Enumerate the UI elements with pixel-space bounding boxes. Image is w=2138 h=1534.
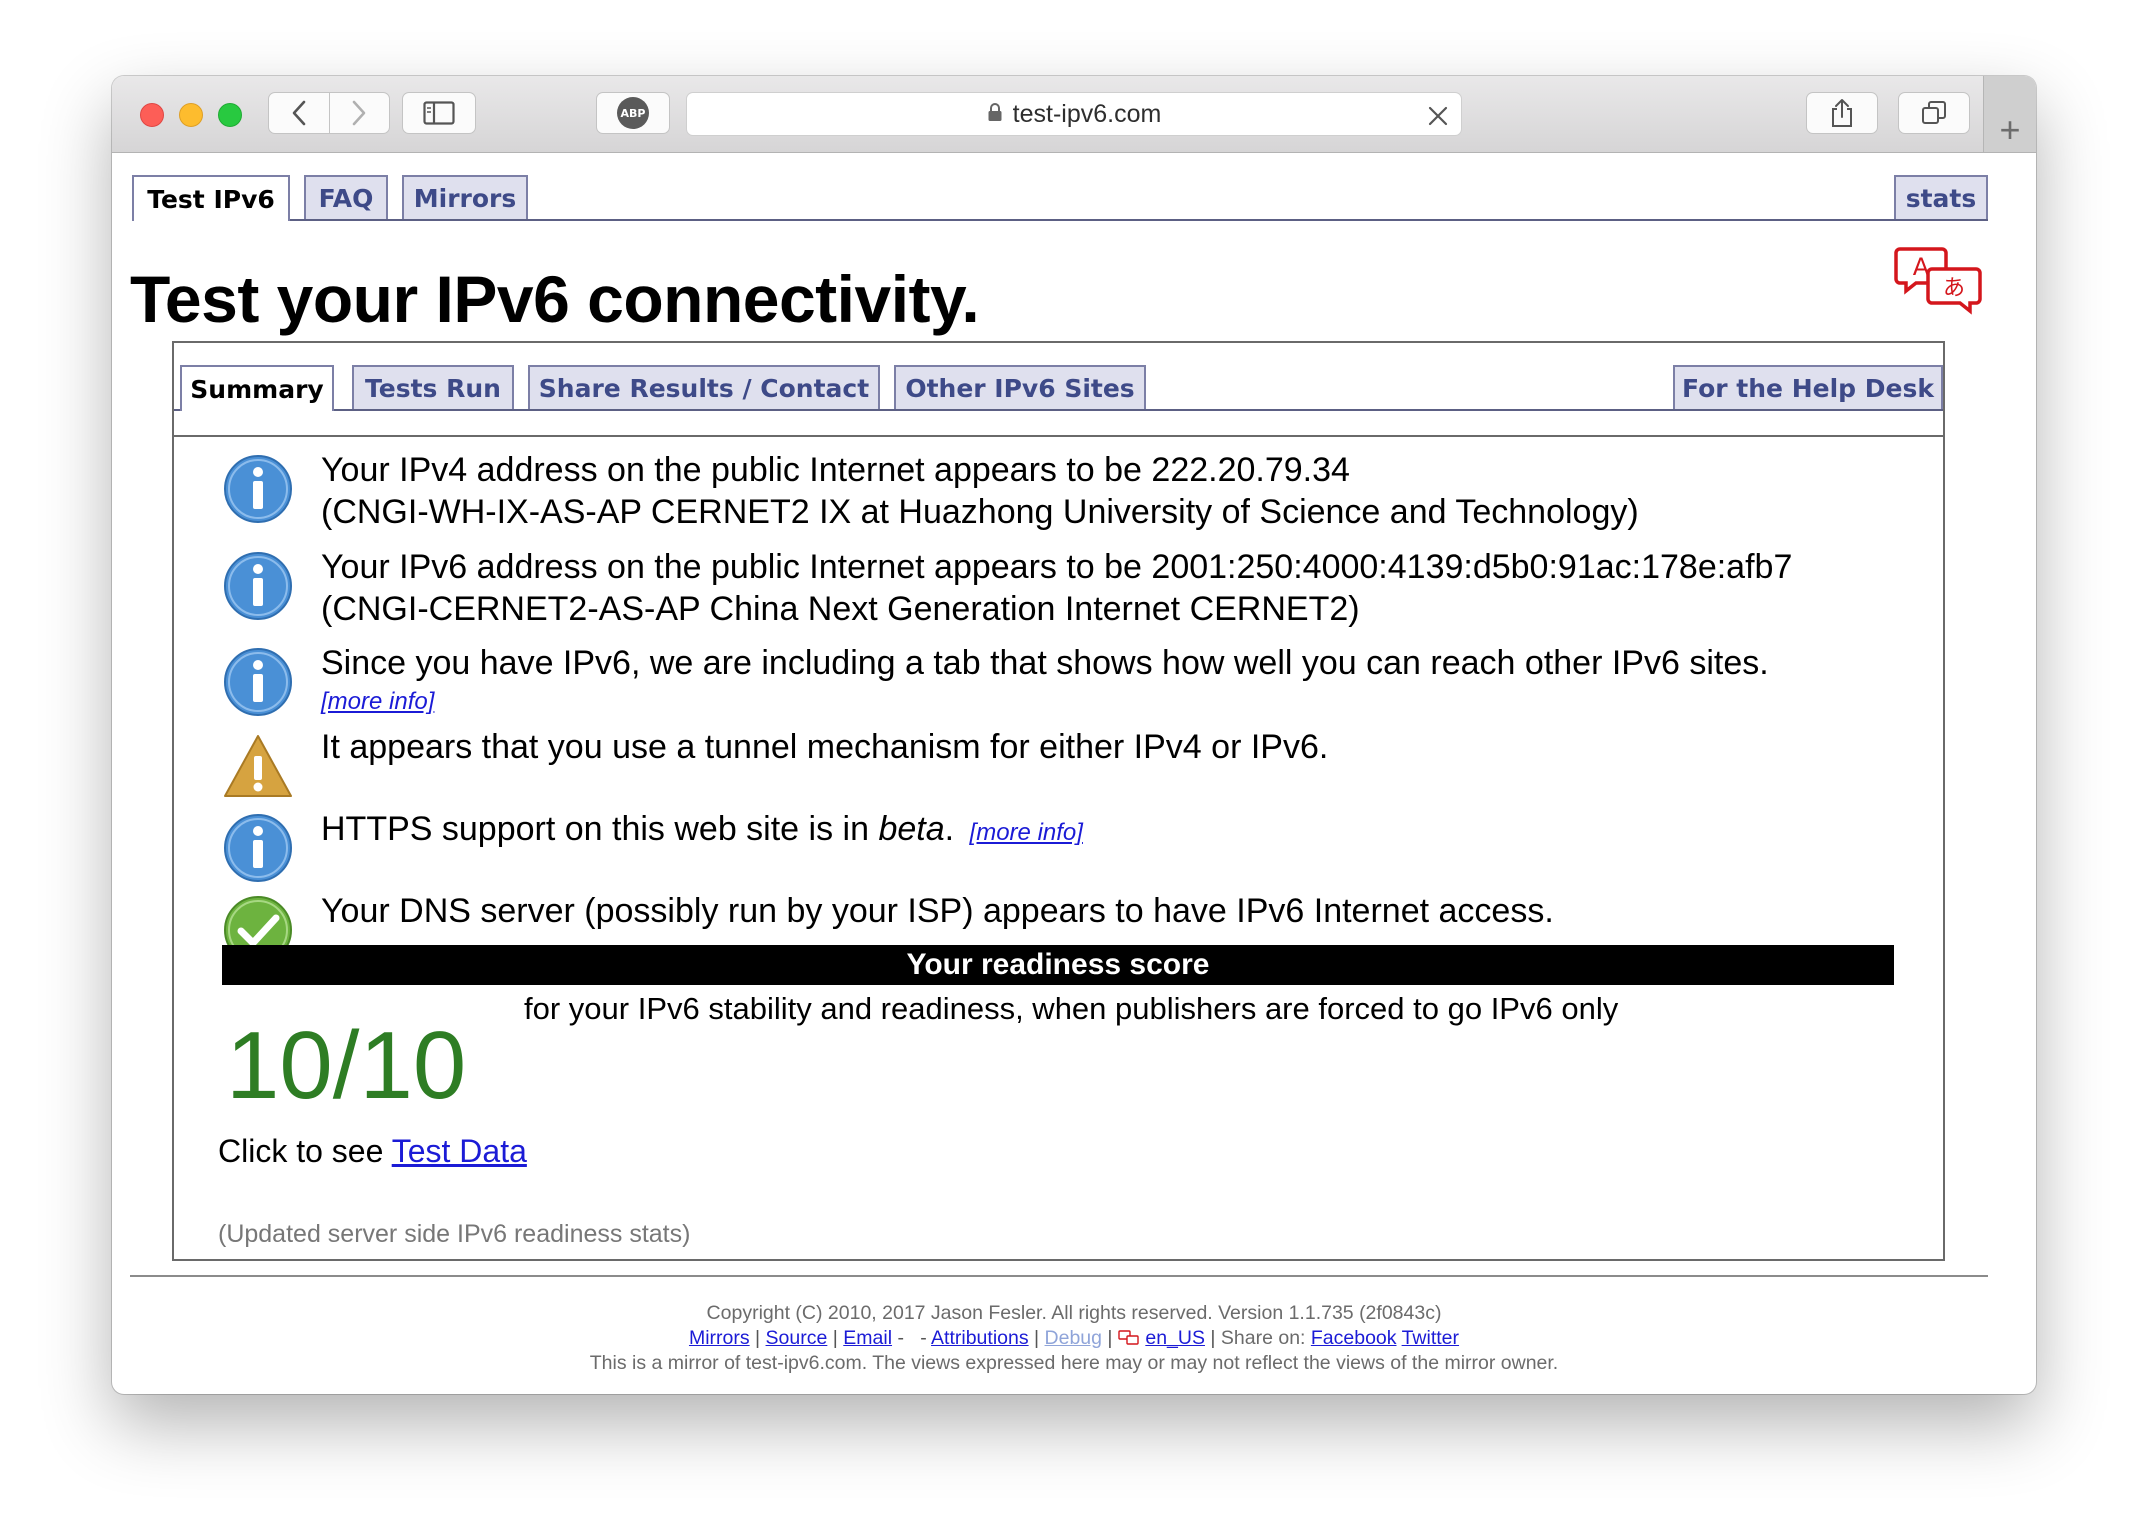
ipv4-address-text: Your IPv4 address on the public Internet… (321, 451, 1350, 489)
zoom-window-button[interactable] (218, 103, 242, 127)
translate-small-icon (1118, 1330, 1139, 1345)
history-nav (268, 92, 390, 134)
https-text: HTTPS support on this web site is in (321, 810, 879, 848)
footer: Copyright (C) 2010, 2017 Jason Fesler. A… (112, 1301, 2036, 1376)
close-icon (1428, 106, 1448, 126)
footer-email-link[interactable]: Email (843, 1327, 892, 1349)
footer-source-link[interactable]: Source (766, 1327, 828, 1349)
separator: - - (897, 1327, 927, 1349)
tunnel-warning-text: It appears that you use a tunnel mechani… (321, 728, 1329, 766)
page-title: Test your IPv6 connectivity. (130, 262, 980, 336)
address-bar[interactable]: test-ipv6.com (686, 92, 1462, 136)
close-window-button[interactable] (140, 103, 164, 127)
info-icon (224, 455, 292, 523)
readiness-score-description: for your IPv6 stability and readiness, w… (524, 991, 1619, 1026)
dns-text: Your DNS server (possibly run by your IS… (321, 892, 1554, 930)
share-button[interactable] (1806, 92, 1878, 134)
forward-button[interactable] (328, 93, 390, 133)
info-icon (224, 552, 292, 620)
show-all-tabs-button[interactable] (1898, 92, 1970, 134)
footer-links: Mirrors | Source | Email - - Attribution… (112, 1326, 2036, 1351)
url-text: test-ipv6.com (1012, 99, 1162, 128)
new-tab-button[interactable]: + (1983, 76, 2036, 152)
ipv6-asn-text: (CNGI-CERNET2-AS-AP China Next Generatio… (321, 590, 1360, 628)
https-beta-text: beta (878, 810, 945, 848)
footer-twitter-link[interactable]: Twitter (1402, 1327, 1459, 1349)
sidebar-icon (423, 101, 455, 125)
tab-summary[interactable]: Summary (180, 365, 334, 411)
ipv6-address-text: Your IPv6 address on the public Internet… (321, 548, 1793, 586)
separator: | (1034, 1327, 1040, 1349)
tabs-overview-icon (1922, 101, 1946, 124)
tab-mirrors[interactable]: Mirrors (402, 175, 528, 219)
readiness-score-header: Your readiness score (222, 945, 1894, 985)
footer-attributions-link[interactable]: Attributions (931, 1327, 1029, 1349)
more-info-link[interactable]: [more info] (321, 688, 434, 715)
tabs-divider (174, 435, 1943, 437)
translate-icon[interactable]: A あ (1894, 245, 1984, 320)
results-panel: Summary Tests Run Share Results / Contac… (172, 341, 1945, 1261)
back-button[interactable] (269, 93, 329, 133)
test-data-line: Click to see Test Data (218, 1133, 527, 1170)
browser-toolbar: ABP test-ipv6.com + (112, 76, 2036, 153)
footer-divider (130, 1275, 1988, 1277)
adblock-button[interactable]: ABP (596, 92, 670, 134)
footer-mirrors-link[interactable]: Mirrors (689, 1327, 750, 1349)
tab-help-desk[interactable]: For the Help Desk (1673, 365, 1943, 409)
tab-faq[interactable]: FAQ (304, 175, 388, 219)
separator: | (755, 1327, 761, 1349)
readiness-score-value: 10/10 (226, 1012, 467, 1119)
separator: | (1210, 1327, 1216, 1349)
test-data-link[interactable]: Test Data (392, 1133, 527, 1169)
plus-icon: + (1999, 109, 2021, 150)
footer-locale-link[interactable]: en_US (1145, 1327, 1205, 1349)
test-data-prefix: Click to see (218, 1133, 392, 1169)
share-icon (1832, 99, 1852, 127)
stop-loading-button[interactable] (1427, 97, 1449, 135)
separator: | (1107, 1327, 1113, 1349)
share-on-label: Share on: (1220, 1327, 1306, 1349)
chevron-left-icon (292, 100, 306, 126)
browser-window: ABP test-ipv6.com + Test IPv6 FAQ Mirror… (112, 76, 2036, 1394)
separator: | (832, 1327, 838, 1349)
minimize-window-button[interactable] (179, 103, 203, 127)
https-suffix-text: . (944, 810, 955, 848)
lock-icon (987, 100, 1003, 129)
footer-facebook-link[interactable]: Facebook (1311, 1327, 1397, 1349)
mirror-note-text: This is a mirror of test-ipv6.com. The v… (589, 1352, 1559, 1374)
site-nav-tabs: Test IPv6 FAQ Mirrors stats (132, 175, 1988, 221)
results-tabs: Summary Tests Run Share Results / Contac… (174, 365, 1943, 411)
page-content: Test IPv6 FAQ Mirrors stats A あ Test you… (112, 153, 2036, 1394)
tab-other-ipv6-sites[interactable]: Other IPv6 Sites (894, 365, 1146, 409)
tab-test-ipv6[interactable]: Test IPv6 (132, 175, 290, 221)
info-icon (224, 814, 292, 882)
copyright-text: Copyright (C) 2010, 2017 Jason Fesler. A… (706, 1302, 1442, 1324)
https-more-info-link[interactable]: [more info] (970, 819, 1083, 846)
tab-stats[interactable]: stats (1894, 175, 1988, 219)
updated-stats-text[interactable]: (Updated server side IPv6 readiness stat… (218, 1220, 690, 1249)
ipv6-tab-note-text: Since you have IPv6, we are including a … (321, 644, 1769, 682)
info-icon (224, 648, 292, 716)
chevron-right-icon (352, 100, 366, 126)
adblock-icon: ABP (617, 97, 649, 129)
footer-debug-link[interactable]: Debug (1045, 1327, 1102, 1349)
sidebar-button[interactable] (402, 92, 476, 134)
tab-tests-run[interactable]: Tests Run (352, 365, 514, 409)
svg-text:あ: あ (1943, 276, 1965, 301)
warning-icon (224, 735, 292, 797)
tab-share-results[interactable]: Share Results / Contact (528, 365, 880, 409)
ipv4-asn-text: (CNGI-WH-IX-AS-AP CERNET2 IX at Huazhong… (321, 493, 1639, 531)
